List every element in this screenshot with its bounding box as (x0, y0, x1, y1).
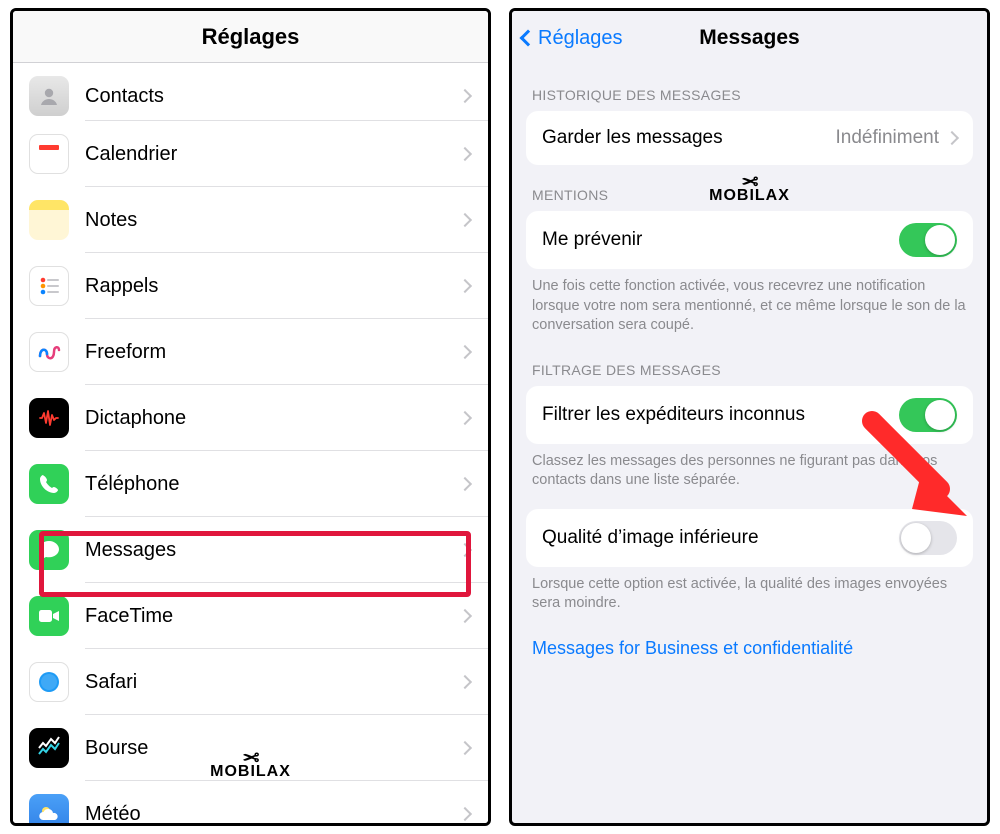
chevron-right-icon (458, 89, 472, 103)
section-footer-mentions: Une fois cette fonction activée, vous re… (512, 269, 987, 340)
row-label: Safari (85, 671, 460, 694)
filter-unknown-toggle[interactable] (899, 398, 957, 432)
settings-row-stocks[interactable]: Bourse (13, 715, 488, 781)
settings-row-contacts[interactable]: Contacts (13, 63, 488, 121)
settings-row-weather[interactable]: Météo (13, 781, 488, 823)
row-label: Rappels (85, 275, 460, 298)
chevron-right-icon (458, 741, 472, 755)
row-label: Dictaphone (85, 407, 460, 430)
chevron-right-icon (458, 807, 472, 821)
section-header-history: HISTORIQUE DES MESSAGES (512, 65, 987, 111)
settings-row-facetime[interactable]: FaceTime (13, 583, 488, 649)
cell-label: Qualité d’image inférieure (542, 527, 899, 549)
chevron-right-icon (458, 477, 472, 491)
filter-unknown-row[interactable]: Filtrer les expéditeurs inconnus (526, 386, 973, 444)
chevron-right-icon (458, 411, 472, 425)
scroll-content[interactable]: HISTORIQUE DES MESSAGES Garder les messa… (512, 65, 987, 823)
chevron-right-icon (945, 131, 959, 145)
settings-row-dictaphone[interactable]: Dictaphone (13, 385, 488, 451)
messages-settings-screen: Réglages Messages HISTORIQUE DES MESSAGE… (509, 8, 990, 826)
safari-icon (29, 662, 69, 702)
section-footer-filtering: Classez les messages des personnes ne fi… (512, 444, 987, 495)
chevron-right-icon (458, 213, 472, 227)
cell-label: Filtrer les expéditeurs inconnus (542, 404, 899, 426)
section-footer-quality: Lorsque cette option est activée, la qua… (512, 567, 987, 618)
settings-row-safari[interactable]: Safari (13, 649, 488, 715)
cell-label: Garder les messages (542, 127, 835, 149)
settings-row-notes[interactable]: Notes (13, 187, 488, 253)
chevron-right-icon (458, 609, 472, 623)
nav-title: Réglages (202, 24, 300, 50)
settings-row-messages[interactable]: Messages (13, 517, 488, 583)
low-quality-toggle[interactable] (899, 521, 957, 555)
settings-list[interactable]: Contacts Calendrier Notes Rappels (13, 63, 488, 823)
row-label: Messages (85, 539, 460, 562)
notify-me-toggle[interactable] (899, 223, 957, 257)
freeform-icon (29, 332, 69, 372)
chevron-right-icon (458, 147, 472, 161)
contacts-icon (29, 76, 69, 116)
row-label: Bourse (85, 737, 460, 760)
facetime-icon (29, 596, 69, 636)
row-label: FaceTime (85, 605, 460, 628)
row-label: Contacts (85, 85, 460, 108)
voicerec-icon (29, 398, 69, 438)
section-header-filtering: FILTRAGE DES MESSAGES (512, 340, 987, 386)
row-label: Météo (85, 803, 460, 823)
chevron-right-icon (458, 675, 472, 689)
notify-me-row[interactable]: Me prévenir (526, 211, 973, 269)
chevron-right-icon (458, 279, 472, 293)
row-label: Calendrier (85, 143, 460, 166)
low-quality-row[interactable]: Qualité d’image inférieure (526, 509, 973, 567)
settings-row-phone[interactable]: Téléphone (13, 451, 488, 517)
back-button[interactable]: Réglages (522, 27, 623, 50)
keep-messages-row[interactable]: Garder les messages Indéfiniment (526, 111, 973, 165)
row-label: Téléphone (85, 473, 460, 496)
chevron-right-icon (458, 345, 472, 359)
nav-bar: Réglages Messages (512, 11, 987, 65)
stocks-icon (29, 728, 69, 768)
business-privacy-link[interactable]: Messages for Business et confidentialité (512, 618, 987, 659)
row-label: Freeform (85, 341, 460, 364)
settings-row-reminders[interactable]: Rappels (13, 253, 488, 319)
nav-bar: Réglages (13, 11, 488, 63)
phone-icon (29, 464, 69, 504)
notes-icon (29, 200, 69, 240)
settings-row-freeform[interactable]: Freeform (13, 319, 488, 385)
messages-icon (29, 530, 69, 570)
settings-root-screen: Réglages Contacts Calendrier Notes (10, 8, 491, 826)
back-label: Réglages (538, 27, 623, 50)
reminders-icon (29, 266, 69, 306)
calendar-icon (29, 134, 69, 174)
row-label: Notes (85, 209, 460, 232)
cell-label: Me prévenir (542, 229, 899, 251)
weather-icon (29, 794, 69, 823)
chevron-right-icon (458, 543, 472, 557)
section-header-mentions: MENTIONS (512, 165, 987, 211)
settings-row-calendar[interactable]: Calendrier (13, 121, 488, 187)
chevron-left-icon (520, 30, 537, 47)
cell-value: Indéfiniment (835, 127, 939, 149)
